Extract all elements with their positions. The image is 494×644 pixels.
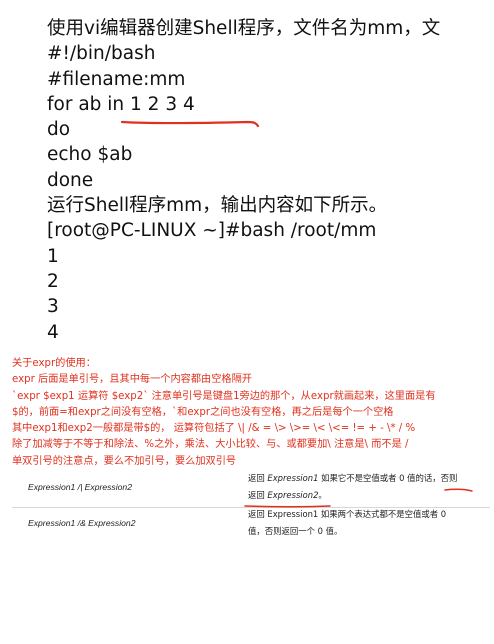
note-line-1: expr 后面是单引号，且其中每一个内容都由空格隔开	[12, 374, 252, 386]
output-line-2: 2	[47, 270, 59, 292]
expr-usage-notes: 关于expr的使用： expr 后面是单引号，且其中每一个内容都由空格隔开 `e…	[12, 356, 492, 470]
red-underline-annotation	[444, 488, 473, 492]
script-example: 使用vi编辑器创建Shell程序，文件名为mm，文 #!/bin/bash #f…	[47, 16, 494, 345]
shebang-line: #!/bin/bash	[47, 43, 156, 65]
desc-italic-term: Expression1	[267, 473, 319, 483]
output-line-1: 1	[47, 245, 59, 267]
red-underline-annotation	[120, 120, 260, 128]
desc-text: 值，否则返回一个 0 值。	[248, 525, 343, 536]
filename-comment-line: #filename:mm	[47, 68, 186, 90]
echo-line: echo $ab	[47, 144, 133, 166]
note-line-4: 其中exp1和exp2一般都是带$的， 运算符包括了 \| /& = \> \>…	[12, 423, 416, 435]
desc-text: 返回	[248, 489, 268, 500]
table-row: Expression1 /| Expression2 返回 Expression…	[12, 470, 490, 506]
output-line-4: 4	[47, 321, 59, 343]
do-line: do	[47, 119, 71, 141]
or-expression-syntax: Expression1 /| Expression2	[28, 482, 132, 492]
desc-italic-term: Expression2	[267, 489, 319, 500]
output-line-3: 3	[47, 296, 59, 318]
and-expression-syntax: Expression1 /& Expression2	[28, 518, 136, 528]
note-line-2: `expr $exp1 运算符 $exp2` 注意单引号是键盘1旁边的那个，从e…	[12, 390, 436, 402]
intro-line: 使用vi编辑器创建Shell程序，文件名为mm，文	[47, 18, 441, 39]
note-line-3: $的，前面=和expr之间没有空格，`和expr之间也没有空格，再之后是每个一个…	[12, 406, 394, 418]
note-line-5: 除了加减等于不等于和除法、%之外，乘法、大小比较、与、或都要加\ 注意是\ 而不…	[12, 439, 409, 451]
desc-text: 返回	[248, 473, 268, 483]
notes-heading: 关于expr的使用：	[12, 358, 96, 369]
done-line: done	[47, 169, 94, 191]
note-line-6: 单双引号的注意点，要么不加引号，要么加双引号	[12, 455, 237, 467]
desc-text: 如果它不是空值或者 0 值的话，否则	[318, 473, 458, 483]
run-description-line: 运行Shell程序mm，输出内容如下所示。	[47, 195, 388, 217]
for-loop-line: for ab in 1 2 3 4	[47, 93, 195, 115]
shell-command-line: [root@PC-LINUX ~]#bash /root/mm	[47, 220, 377, 242]
desc-text: 。	[318, 489, 327, 500]
red-underline-annotation	[244, 505, 331, 508]
